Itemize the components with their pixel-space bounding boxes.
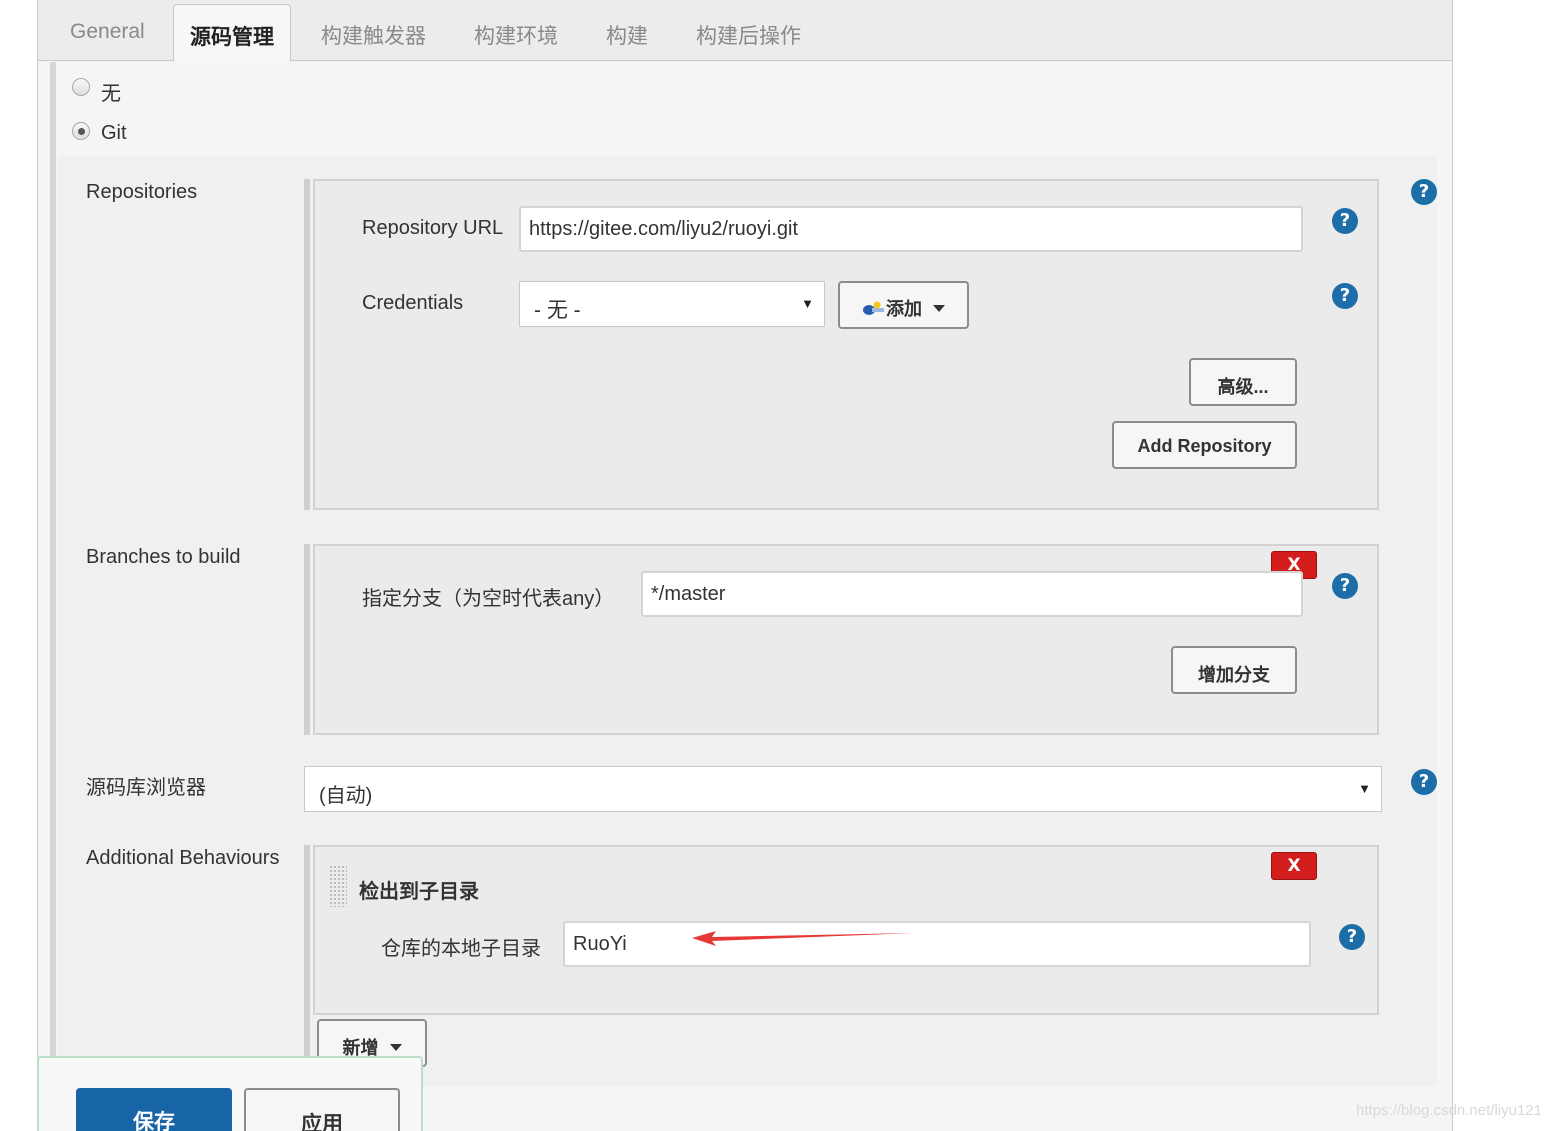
repository-browser-value: (自动): [319, 785, 373, 807]
repository-browser-dropdown-icon: ▼: [1358, 781, 1371, 796]
repositories-group-bar: [304, 179, 310, 510]
save-button[interactable]: 保存: [76, 1088, 232, 1131]
tab-source-code-management[interactable]: 源码管理: [173, 4, 291, 62]
behaviours-group-bar: [304, 845, 310, 1060]
credentials-help-icon[interactable]: ?: [1332, 283, 1358, 309]
drag-handle-icon[interactable]: [329, 865, 347, 907]
tab-build[interactable]: 构建: [606, 20, 648, 50]
delete-behaviour-button[interactable]: X: [1271, 852, 1317, 880]
repository-browser-select[interactable]: (自动) ▼: [304, 766, 1382, 812]
branch-specifier-label: 指定分支（为空时代表any）: [362, 588, 615, 610]
scm-none-label: 无: [101, 83, 121, 105]
annotation-arrow: [692, 931, 914, 946]
checkout-subdirectory-title: 检出到子目录: [359, 881, 479, 903]
add-repository-button[interactable]: Add Repository: [1112, 421, 1297, 469]
repository-url-label: Repository URL: [362, 217, 504, 239]
repository-url-input[interactable]: [519, 206, 1303, 252]
repository-browser-help-icon[interactable]: ?: [1411, 769, 1437, 795]
repository-browser-label: 源码库浏览器: [86, 777, 206, 799]
scm-git-label: Git: [101, 122, 127, 144]
repositories-label: Repositories: [86, 181, 198, 203]
chevron-down-icon: [389, 1044, 402, 1051]
add-branch-button[interactable]: 增加分支: [1171, 646, 1297, 694]
scm-none-radio[interactable]: [72, 78, 90, 96]
tab-general[interactable]: General: [70, 20, 145, 44]
tab-post-build-actions[interactable]: 构建后操作: [696, 20, 801, 50]
tab-build-triggers[interactable]: 构建触发器: [321, 20, 426, 50]
repositories-help-icon[interactable]: ?: [1411, 179, 1437, 205]
local-subdirectory-input[interactable]: [563, 921, 1311, 967]
apply-button[interactable]: 应用: [244, 1088, 400, 1131]
watermark: https://blog.csdn.net/liyu121: [1356, 1102, 1542, 1119]
add-credentials-label: 添加: [885, 299, 922, 319]
repository-url-help-icon[interactable]: ?: [1332, 208, 1358, 234]
credentials-dropdown-icon: ▼: [801, 296, 814, 311]
tab-build-environment[interactable]: 构建环境: [474, 20, 558, 50]
additional-behaviours-label: Additional Behaviours: [86, 847, 280, 869]
local-subdirectory-help-icon[interactable]: ?: [1339, 924, 1365, 950]
scm-git-radio[interactable]: [72, 122, 90, 140]
branches-group-bar: [304, 544, 310, 735]
credentials-select[interactable]: - 无 - ▼: [519, 281, 825, 327]
add-behaviour-label: 新增: [342, 1038, 379, 1058]
credentials-value: - 无 -: [534, 299, 581, 322]
branch-specifier-input[interactable]: [641, 571, 1303, 617]
chevron-down-icon: [933, 305, 945, 312]
add-credentials-button[interactable]: 添加: [838, 281, 969, 329]
branches-label: Branches to build: [86, 546, 241, 568]
credentials-label: Credentials: [362, 292, 464, 314]
branch-specifier-help-icon[interactable]: ?: [1332, 573, 1358, 599]
key-icon: [862, 301, 884, 315]
advanced-button[interactable]: 高级...: [1189, 358, 1297, 406]
local-subdirectory-label: 仓库的本地子目录: [381, 938, 541, 960]
